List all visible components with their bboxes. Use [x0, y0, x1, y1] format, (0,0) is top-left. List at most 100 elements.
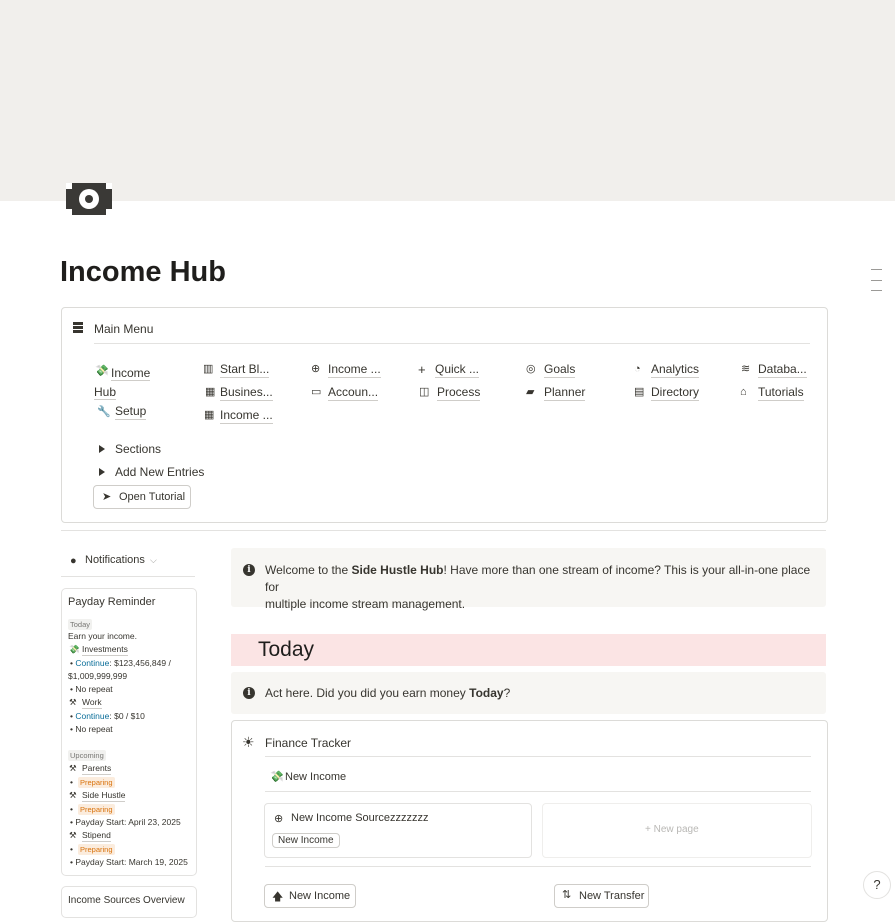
- page-cover[interactable]: [0, 0, 895, 201]
- bill-corner: [66, 209, 72, 215]
- today-heading[interactable]: Today: [258, 638, 314, 662]
- no-repeat-text: No repeat: [75, 724, 113, 734]
- payday-start-text: Payday Start: March 19, 2025: [75, 857, 188, 867]
- welcome-line2: multiple income stream management.: [265, 597, 466, 611]
- work-link[interactable]: Work: [82, 697, 102, 709]
- info-icon: i: [243, 687, 255, 699]
- inbox-icon: ◫: [419, 386, 430, 398]
- help-label: ?: [873, 877, 881, 892]
- preparing-tag: Preparing: [78, 844, 115, 855]
- building-icon: ▦: [205, 386, 216, 398]
- link-start-bl[interactable]: Start Bl...: [220, 362, 270, 378]
- link-tutorials[interactable]: Tutorials: [758, 385, 804, 401]
- link-income-hub[interactable]: Income Hub: [94, 364, 164, 402]
- notifications-divider: [61, 576, 195, 577]
- section-divider: [61, 530, 826, 531]
- plus-icon: +: [418, 362, 426, 377]
- briefcase-icon: ▰: [526, 386, 535, 398]
- today-prefix: Act here. Did you did you earn money: [265, 686, 470, 700]
- toc-line[interactable]: [871, 280, 882, 281]
- finance-tracker-title[interactable]: Finance Tracker: [265, 736, 351, 750]
- page-title[interactable]: Income Hub: [60, 256, 226, 289]
- notifications-label[interactable]: Notifications: [85, 554, 145, 566]
- continue-label: Continue: [75, 658, 110, 668]
- income-card[interactable]: ⊕ New Income Sourcezzzzzzz New Income: [264, 803, 532, 858]
- side-hustle-link[interactable]: Side Hustle: [82, 790, 126, 802]
- today-callout: i Act here. Did you did you earn money T…: [231, 672, 826, 714]
- link-busines[interactable]: Busines...: [220, 385, 273, 401]
- layers-icon: ≋: [741, 363, 751, 375]
- arrow-up-icon: 🡅: [272, 891, 284, 903]
- preparing-tag: Preparing: [78, 804, 115, 815]
- investments-progress: • Continue: $123,456,849 /: [70, 658, 171, 668]
- send-arrow-icon: ➤: [102, 491, 112, 503]
- link-analytics[interactable]: Analytics: [651, 362, 700, 378]
- bill-corner: [66, 183, 72, 189]
- income-sources-title: Income Sources Overview: [68, 895, 185, 906]
- hand-coin-icon: ⚒: [69, 763, 77, 773]
- link-quick[interactable]: Quick ...: [435, 362, 480, 378]
- chevron-down-icon[interactable]: ⌵: [150, 556, 157, 565]
- plus-circle-icon: ⊕: [311, 363, 321, 375]
- payday-reminder-card[interactable]: Payday Reminder Today Earn your income. …: [61, 588, 197, 876]
- toc-line[interactable]: [871, 290, 882, 291]
- cash-icon: 💸: [270, 771, 284, 783]
- calculator-icon: ▦: [204, 409, 215, 421]
- chart-pie-icon: ◔: [634, 363, 641, 375]
- money-bill-icon[interactable]: [66, 183, 112, 215]
- no-repeat-text: No repeat: [75, 684, 113, 694]
- work-progress: • Continue: $0 / $10: [70, 711, 145, 721]
- new-income-view-tab[interactable]: New Income: [285, 771, 346, 783]
- view-divider: [265, 791, 811, 792]
- link-income-4[interactable]: Income ...: [328, 362, 381, 378]
- toggle-arrow-icon[interactable]: [99, 445, 105, 453]
- income-sources-card[interactable]: Income Sources Overview: [61, 886, 197, 918]
- link-income-hub-label[interactable]: Income Hub: [94, 366, 151, 400]
- stipend-link[interactable]: Stipend: [82, 830, 111, 842]
- today-suffix: ?: [503, 686, 511, 700]
- map-icon: ▥: [203, 363, 214, 375]
- bill-corner: [106, 183, 112, 189]
- new-page-card[interactable]: + New page: [542, 803, 812, 858]
- parents-link[interactable]: Parents: [82, 763, 112, 775]
- toggle-add-new-entries[interactable]: Add New Entries: [115, 465, 204, 479]
- toggle-arrow-icon[interactable]: [99, 468, 105, 476]
- target-icon: ◎: [526, 363, 536, 375]
- investments-total: $1,009,999,999: [68, 671, 128, 681]
- link-directory[interactable]: Directory: [651, 385, 700, 401]
- new-income-tag: New Income: [272, 833, 340, 848]
- hand-coin-icon: ⚒: [69, 790, 77, 800]
- new-income-button[interactable]: 🡅 New Income: [264, 884, 356, 908]
- today-bold: Today: [469, 686, 504, 700]
- plus-circle-icon: ⊕: [274, 813, 284, 825]
- link-databa[interactable]: Databa...: [758, 362, 807, 378]
- link-goals[interactable]: Goals: [544, 362, 576, 378]
- open-tutorial-button[interactable]: ➤ Open Tutorial: [93, 485, 191, 509]
- today-text: Act here. Did you did you earn money Tod…: [265, 685, 510, 702]
- bullet: •: [70, 777, 73, 787]
- investments-link[interactable]: Investments: [82, 644, 128, 656]
- new-transfer-button[interactable]: ⇅ New Transfer: [554, 884, 649, 908]
- main-menu-title[interactable]: Main Menu: [94, 322, 153, 336]
- welcome-prefix: Welcome to the: [265, 563, 352, 577]
- wallet-icon: ▭: [311, 386, 322, 398]
- tracker-divider: [265, 756, 811, 757]
- welcome-callout: i Welcome to the Side Hustle Hub! Have m…: [231, 548, 826, 611]
- bullet: •: [70, 844, 73, 854]
- bell-icon: ●: [70, 555, 77, 567]
- archive-icon: ▤: [634, 386, 645, 398]
- link-planner[interactable]: Planner: [544, 385, 586, 401]
- toc-line[interactable]: [871, 269, 882, 270]
- link-process[interactable]: Process: [437, 385, 481, 401]
- no-repeat-2: • No repeat: [70, 724, 113, 734]
- menu-divider: [94, 343, 810, 344]
- hand-coin-icon: ⚒: [69, 830, 77, 840]
- link-accoun[interactable]: Accoun...: [328, 385, 379, 401]
- link-setup[interactable]: Setup: [115, 404, 147, 420]
- toggle-sections[interactable]: Sections: [115, 442, 161, 456]
- income-card-title: New Income Sourcezzzzzzz: [291, 812, 429, 824]
- help-button[interactable]: ?: [863, 871, 891, 899]
- graduation-cap-icon: ⌂: [740, 386, 747, 398]
- link-income-3[interactable]: Income ...: [220, 408, 273, 424]
- bill-circle: [79, 189, 99, 209]
